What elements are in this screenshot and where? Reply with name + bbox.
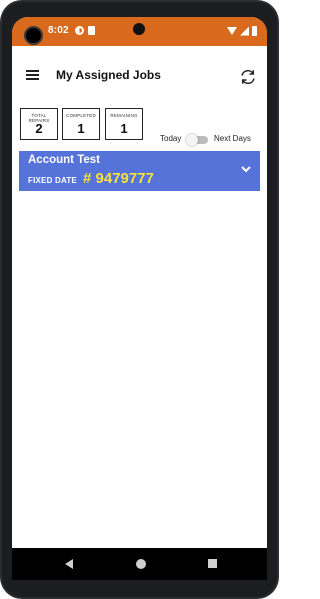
status-indicators [227, 26, 257, 36]
recents-icon[interactable] [208, 559, 217, 568]
stat-value: 2 [35, 121, 43, 136]
stat-label: REMAINING [110, 113, 138, 118]
stat-value: 1 [77, 121, 85, 136]
toggle-knob[interactable] [186, 134, 198, 146]
chevron-down-icon[interactable] [241, 166, 251, 173]
camera-cutout [133, 23, 145, 35]
next-days-label: Next Days [214, 134, 251, 143]
refresh-icon[interactable] [239, 68, 257, 86]
status-bar: 8:02 [12, 17, 267, 46]
system-nav-bar [12, 548, 267, 580]
app-screen: 8:02 My Assigned Jobs TOTAL REPAIRS 2 CO… [12, 17, 267, 580]
today-next-days-toggle[interactable] [186, 134, 208, 146]
wifi-icon [227, 27, 237, 35]
notification-icon [75, 26, 84, 35]
app-bar: My Assigned Jobs [12, 46, 267, 96]
menu-icon[interactable] [26, 70, 39, 80]
back-icon[interactable] [65, 559, 73, 569]
status-time: 8:02 [48, 25, 69, 36]
stat-completed: COMPLETED 1 [62, 108, 100, 140]
job-title: Account Test [28, 154, 100, 166]
page-title: My Assigned Jobs [56, 68, 161, 82]
stat-total-repairs: TOTAL REPAIRS 2 [20, 108, 58, 140]
battery-icon [252, 26, 257, 36]
front-camera [24, 26, 43, 45]
today-label: Today [160, 134, 182, 143]
job-number: # 9479777 [83, 170, 154, 187]
job-date-label: FIXED DATE [28, 176, 77, 185]
signal-icon [240, 26, 249, 36]
home-icon[interactable] [136, 559, 146, 569]
job-card[interactable]: Account Test FIXED DATE # 9479777 [19, 151, 260, 191]
stat-label: COMPLETED [66, 113, 96, 118]
stat-remaining: REMAINING 1 [105, 108, 143, 140]
stat-value: 1 [120, 121, 128, 136]
sim-icon [88, 26, 95, 35]
